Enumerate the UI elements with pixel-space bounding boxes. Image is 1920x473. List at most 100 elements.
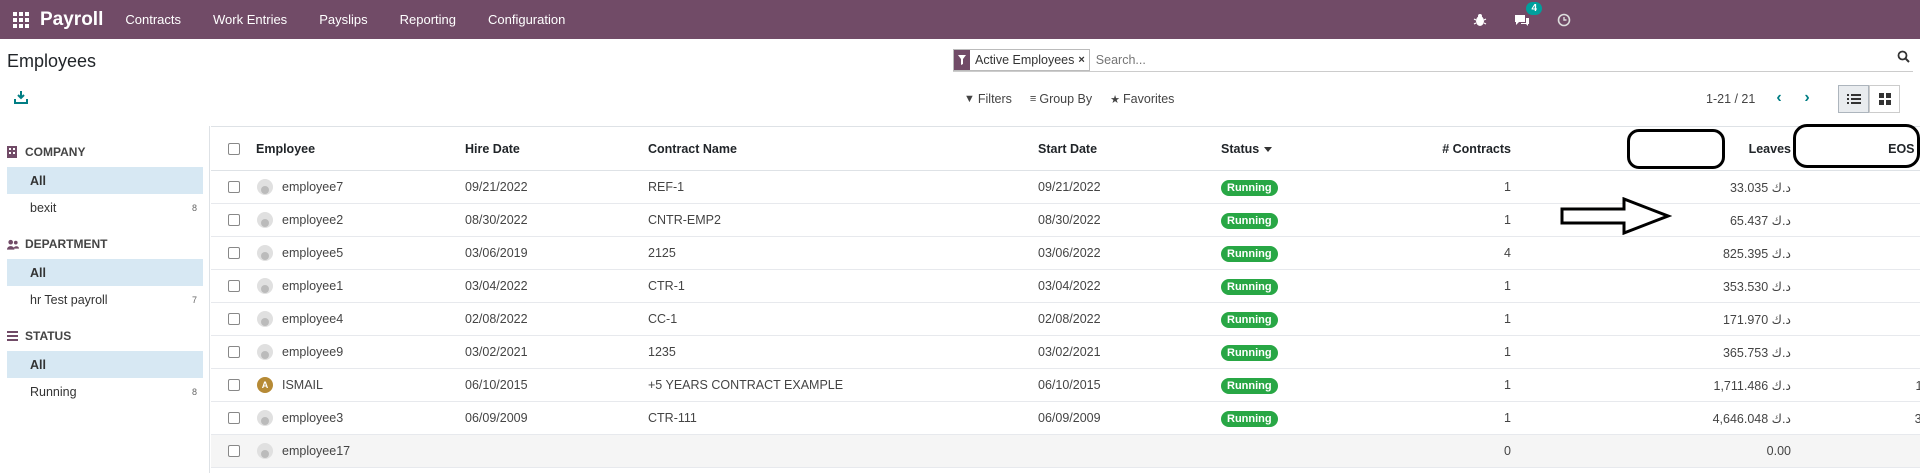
users-icon [7, 238, 19, 250]
table-row[interactable]: employee9 03/02/2021 1235 03/02/2021 Running… [211, 336, 1920, 369]
employee-cell: employee5 [256, 245, 343, 261]
status-badge: Running [1221, 345, 1278, 361]
hire-date-cell: 02/08/2022 [465, 312, 528, 326]
table-row[interactable]: employee4 02/08/2022 CC-1 02/08/2022 Running… [211, 303, 1920, 336]
avatar-placeholder-icon [257, 278, 273, 294]
department-all[interactable]: All [7, 259, 203, 286]
status-cell: Running [1221, 213, 1278, 229]
row-checkbox[interactable] [228, 445, 240, 457]
row-checkbox[interactable] [228, 346, 240, 358]
download-icon[interactable] [14, 90, 30, 106]
row-checkbox[interactable] [228, 247, 240, 259]
col-employee[interactable]: Employee [256, 142, 315, 156]
col-start-date[interactable]: Start Date [1038, 142, 1097, 156]
search-input[interactable] [1095, 52, 1796, 67]
menu-payslips[interactable]: Payslips [319, 12, 367, 27]
company-section: COMPANY All bexit 8 [0, 143, 209, 221]
leaves-cell: 365.753 د.ك [1722, 345, 1791, 360]
chevron-right-icon[interactable]: › [1797, 88, 1817, 108]
eos-cell: 0.00 [1876, 444, 1920, 458]
menu-work-entries[interactable]: Work Entries [213, 12, 287, 27]
app-brand[interactable]: Payroll [40, 9, 103, 31]
col-status[interactable]: Status [1221, 142, 1273, 156]
employee-cell: employee1 [256, 278, 343, 294]
status-badge: Running [1221, 246, 1278, 262]
status-cell: Running [1221, 180, 1278, 196]
employee-cell: A ISMAIL [256, 377, 323, 393]
row-checkbox[interactable] [228, 412, 240, 424]
company-bexit[interactable]: bexit 8 [7, 194, 203, 221]
list-view-button[interactable] [1838, 85, 1869, 113]
start-date-cell: 02/08/2022 [1038, 312, 1101, 326]
avatar-placeholder-icon [257, 245, 273, 261]
col-contract-name[interactable]: Contract Name [648, 142, 737, 156]
kanban-view-icon [1878, 93, 1891, 105]
bug-icon[interactable] [1470, 10, 1490, 30]
hire-date-cell: 08/30/2022 [465, 213, 528, 227]
start-date-cell: 06/09/2009 [1038, 411, 1101, 425]
table-row[interactable]: A ISMAIL 06/10/2015 +5 YEARS CONTRACT EXAMP… [211, 369, 1920, 402]
leaves-cell: 1,711.486 د.ك [1713, 378, 1792, 393]
messages-icon[interactable]: 4 [1512, 1, 1542, 30]
search-panel: COMPANY All bexit 8 DEPARTMENT All hr Tes… [0, 126, 210, 473]
kanban-view-button[interactable] [1869, 85, 1900, 113]
pager-value[interactable]: 1-21 / 21 [1706, 92, 1755, 106]
start-date-cell: 03/04/2022 [1038, 279, 1101, 293]
row-checkbox[interactable] [228, 280, 240, 292]
avatar: A [257, 377, 273, 393]
apps-menu-icon[interactable] [6, 11, 36, 28]
employee-cell: employee4 [256, 311, 343, 327]
status-section: STATUS All Running 8 [0, 327, 209, 405]
status-running-label: Running [30, 384, 77, 399]
hire-date-cell: 06/10/2015 [465, 378, 528, 392]
col-contracts[interactable]: # Contracts [1401, 142, 1511, 156]
leaves-cell: 0.00 [1766, 444, 1791, 458]
contract-name-cell: REF-1 [648, 180, 685, 194]
department-title: DEPARTMENT [25, 237, 108, 251]
menu-contracts[interactable]: Contracts [125, 12, 181, 27]
menu-reporting[interactable]: Reporting [400, 12, 456, 27]
department-hr-test[interactable]: hr Test payroll 7 [7, 286, 203, 313]
start-date-cell: 06/10/2015 [1038, 378, 1101, 392]
department-header: DEPARTMENT [0, 235, 209, 253]
facet-remove-icon[interactable]: × [1078, 54, 1088, 66]
start-date-cell: 09/21/2022 [1038, 180, 1101, 194]
row-checkbox[interactable] [228, 214, 240, 226]
row-checkbox[interactable] [228, 379, 240, 391]
contract-name-cell: CC-1 [648, 312, 678, 326]
contract-name-cell: CTR-1 [648, 279, 685, 293]
chevron-left-icon[interactable]: ‹ [1769, 88, 1789, 108]
filters-button[interactable]: ▼ Filters [964, 92, 1012, 106]
list-icon [7, 330, 19, 342]
list-view-icon [1846, 94, 1861, 104]
row-checkbox[interactable] [228, 181, 240, 193]
employee-name: employee2 [282, 213, 344, 227]
clock-icon[interactable] [1554, 10, 1574, 30]
search-options: ▼ Filters ≡ Group By ★ Favorites [964, 92, 1192, 106]
search-icon[interactable] [1897, 50, 1913, 66]
status-running[interactable]: Running 8 [7, 378, 203, 405]
favorites-button[interactable]: ★ Favorites [1110, 92, 1174, 106]
table-row[interactable]: employee5 03/06/2019 2125 03/06/2022 Running… [211, 237, 1920, 270]
col-hire-date[interactable]: Hire Date [465, 142, 520, 156]
table-row[interactable]: employee17 0 0.00 0.00 [211, 435, 1920, 468]
status-badge: Running [1221, 312, 1278, 328]
status-badge: Running [1221, 180, 1278, 196]
active-employees-facet: Active Employees × [953, 48, 1090, 71]
status-all[interactable]: All [7, 351, 203, 378]
groupby-button[interactable]: ≡ Group By [1030, 92, 1092, 106]
company-all[interactable]: All [7, 167, 203, 194]
status-cell: Running [1221, 279, 1278, 295]
select-all-checkbox[interactable] [228, 143, 240, 155]
status-running-count: 8 [191, 386, 197, 397]
menu-configuration[interactable]: Configuration [488, 12, 565, 27]
employee-name: employee7 [282, 180, 344, 194]
status-badge: Running [1221, 213, 1278, 229]
eos-cell: 194.415 د.ك [1876, 345, 1920, 360]
status-title: STATUS [25, 329, 72, 343]
table-row[interactable]: employee1 03/04/2022 CTR-1 03/04/2022 Runnin… [211, 270, 1920, 303]
row-checkbox[interactable] [228, 313, 240, 325]
table-row[interactable]: employee3 06/09/2009 CTR-111 06/09/2009 Runn… [211, 402, 1920, 435]
eos-cell: 85.985 د.ك [1876, 312, 1920, 327]
start-date-cell: 08/30/2022 [1038, 213, 1101, 227]
